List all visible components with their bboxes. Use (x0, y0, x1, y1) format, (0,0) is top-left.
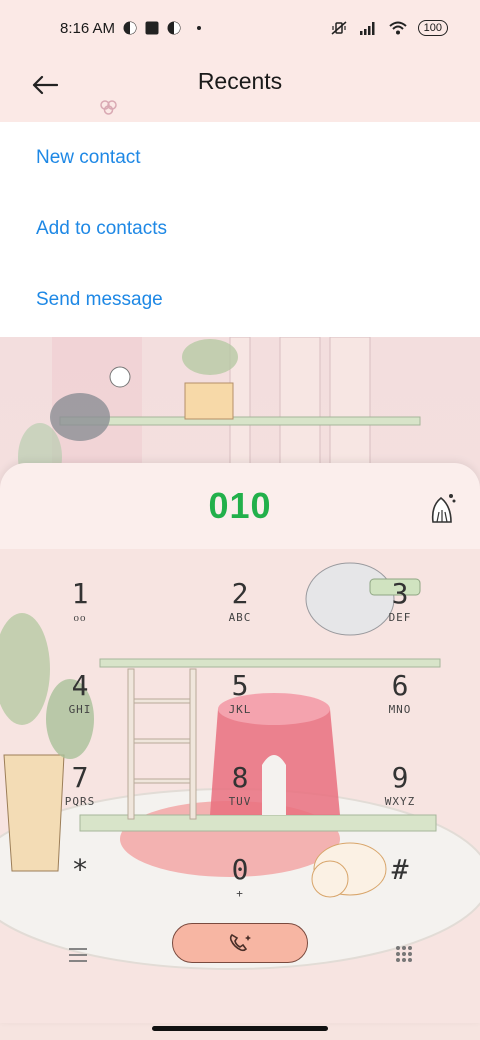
key-letters: MNO (388, 703, 412, 716)
dialed-number: 010 (208, 485, 272, 526)
key-digit: 7 (71, 761, 89, 794)
clear-button[interactable] (424, 491, 460, 527)
key-digit: 0 (231, 853, 249, 886)
key-letters: WXYZ (384, 795, 416, 808)
broom-icon (431, 494, 456, 523)
key-digit: * (71, 853, 89, 886)
new-contact-item[interactable]: New contact (0, 122, 480, 193)
key-digit: 2 (231, 577, 249, 610)
key-4[interactable]: 4 GHI (25, 669, 135, 749)
add-to-contacts-item[interactable]: Add to contacts (0, 193, 480, 264)
key-1[interactable]: 1 ᴏᴏ (25, 577, 135, 657)
key-digit: 6 (391, 669, 409, 702)
key-7[interactable]: 7 PQRS (25, 761, 135, 841)
options-menu: New contact Add to contacts Send message (0, 122, 480, 337)
notification-icon (123, 21, 137, 35)
dialer-panel: 010 1 ᴏᴏ 2 ABC 3 DEF 4 GHI 5 JKL 6 MNO 7 (0, 463, 480, 1023)
key-star[interactable]: * (25, 853, 135, 933)
key-6[interactable]: 6 MNO (345, 669, 455, 749)
key-letters: JKL (228, 703, 252, 716)
app-header: Recents (0, 56, 480, 122)
wifi-icon (388, 21, 407, 35)
status-left: 8:16 AM (60, 19, 202, 37)
key-3[interactable]: 3 DEF (345, 577, 455, 657)
flower-decoration (100, 100, 117, 115)
key-letters: + (236, 887, 244, 900)
key-hash[interactable]: # (345, 853, 455, 933)
call-button[interactable] (172, 923, 308, 963)
keypad-toggle-button[interactable] (390, 943, 418, 967)
key-0[interactable]: 0 + (185, 853, 295, 933)
key-digit: 1 (71, 577, 89, 610)
vibrate-off-icon (331, 21, 347, 35)
page-title: Recents (197, 68, 283, 94)
voicemail-icon: ᴏᴏ (73, 611, 87, 624)
key-digit: 3 (391, 577, 409, 610)
home-indicator[interactable] (152, 1026, 328, 1031)
hamburger-icon (69, 948, 87, 962)
key-digit: 4 (71, 669, 89, 702)
send-message-item[interactable]: Send message (0, 264, 480, 335)
battery-icon: 100 (417, 20, 448, 36)
key-digit: 9 (391, 761, 409, 794)
notification-icon (167, 21, 181, 35)
key-8[interactable]: 8 TUV (185, 761, 295, 841)
key-digit: # (391, 853, 409, 886)
key-digit: 5 (231, 669, 249, 702)
dialer-menu-button[interactable] (64, 943, 92, 967)
key-5[interactable]: 5 JKL (185, 669, 295, 749)
key-letters: GHI (68, 703, 92, 716)
key-2[interactable]: 2 ABC (185, 577, 295, 657)
more-notifications-dot (197, 26, 202, 30)
square-icon (145, 21, 159, 35)
key-letters: PQRS (64, 795, 96, 808)
key-digit: 8 (231, 761, 249, 794)
status-bar: 8:16 AM 100 (0, 0, 480, 56)
key-letters: DEF (388, 611, 412, 624)
key-letters: ABC (228, 611, 252, 624)
signal-icon (359, 22, 375, 35)
key-9[interactable]: 9 WXYZ (345, 761, 455, 841)
key-letters: TUV (228, 795, 252, 808)
status-right: 100 (330, 20, 448, 36)
status-time: 8:16 AM (60, 19, 116, 37)
keypad-icon (396, 946, 412, 962)
phone-icon (229, 933, 251, 952)
